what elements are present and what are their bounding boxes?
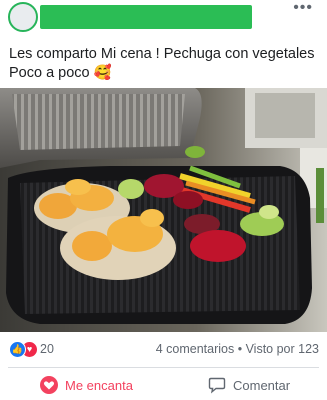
author-name-redacted[interactable] [40,5,252,29]
post-text-line-1: Les comparto Mi cena ! Pechuga con veget… [9,46,315,62]
grill-food-image [0,88,327,332]
love-label: Me encanta [65,377,133,393]
post-text-line-2-text: Poco a poco [9,65,90,81]
comment-label: Comentar [233,377,291,393]
post-text-line-2: Poco a poco 🥰 [9,64,319,83]
comment-icon [208,377,226,394]
heart-icon [40,376,58,394]
avatar[interactable] [8,2,38,32]
post-text: Les comparto Mi cena ! Pechuga con veget… [9,45,319,83]
love-reaction-button[interactable]: Me encanta [40,372,133,398]
smiling-face-with-hearts-emoji: 🥰 [93,65,112,81]
like-icon: 👍 [9,341,26,358]
comment-button[interactable]: Comentar [208,372,290,398]
divider [8,367,319,368]
reaction-count[interactable]: 20 [40,342,54,356]
post-photo[interactable] [0,88,327,332]
post-stats: 👍 ♥ 20 4 comentarios • Visto por 123 [0,338,327,360]
more-options-icon[interactable]: ••• [293,0,313,16]
comments-views-count[interactable]: 4 comentarios • Visto por 123 [156,342,319,356]
post-actions: Me encanta Comentar [0,372,327,400]
post-header: ••• [0,0,327,40]
